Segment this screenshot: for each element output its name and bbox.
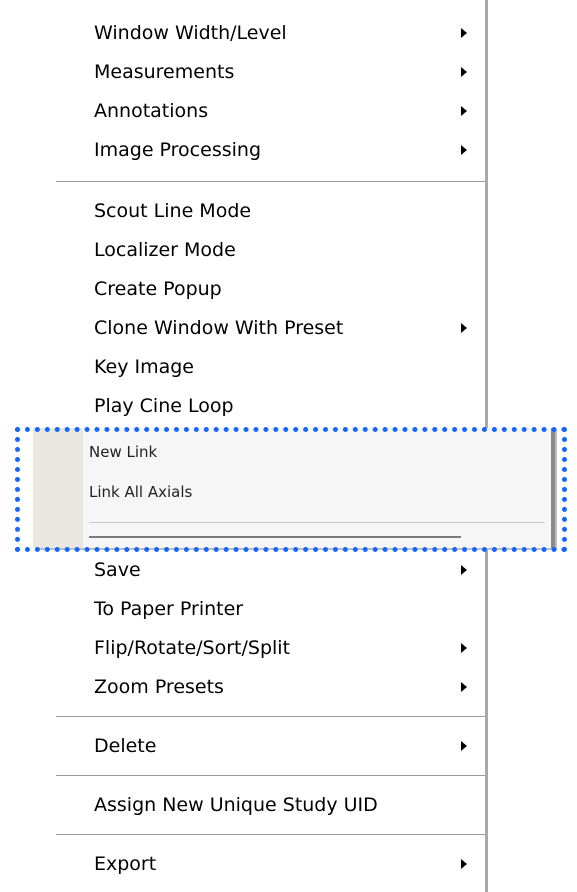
submenu-arrow-icon [461,145,467,155]
menu-item-label: Play Cine Loop [94,395,234,417]
menu-item-label: To Paper Printer [94,598,244,620]
menu-item-window-width-level[interactable]: Window Width/Level [94,15,485,51]
menu-item-key-image[interactable]: Key Image [94,349,485,385]
menu-item-save[interactable]: Save [94,552,485,588]
submenu-arrow-icon [461,565,467,575]
menu-item-scout-line-mode[interactable]: Scout Line Mode [94,193,485,229]
menu-item-image-processing[interactable]: Image Processing [94,132,485,168]
menu-item-label: Annotations [94,100,209,122]
menu-item-label: Key Image [94,356,194,378]
menu-item-label: Delete [94,735,157,757]
menu-item-label: Flip/Rotate/Sort/Split [94,637,291,659]
menu-item-label: Save [94,559,141,581]
submenu-arrow-icon [461,28,467,38]
menu-separator [56,716,485,718]
menu-item-create-popup[interactable]: Create Popup [94,271,485,307]
menu-separator [56,775,485,777]
submenu-arrow-icon [461,741,467,751]
submenu-arrow-icon [461,859,467,869]
menu-item-label: Localizer Mode [94,239,236,261]
menu-separator [89,536,461,538]
menu-item-label: Export [94,853,157,875]
submenu-arrow-icon [461,682,467,692]
menu-item-export[interactable]: Export [94,846,485,882]
menu-item-label: Assign New Unique Study UID [94,794,378,816]
submenu-arrow-icon [461,643,467,653]
menu-item-delete[interactable]: Delete [94,728,485,764]
menu-separator [89,522,545,523]
menu-item-link-all-axials[interactable]: Link All Axials [89,475,192,509]
menu-item-label: Zoom Presets [94,676,224,698]
menu-icon-gutter [33,428,83,548]
menu-item-annotations[interactable]: Annotations [94,93,485,129]
menu-item-flip-rotate-sort-split[interactable]: Flip/Rotate/Sort/Split [94,630,485,666]
menu-separator [56,181,485,183]
menu-separator [56,834,485,836]
menu-item-to-paper-printer[interactable]: To Paper Printer [94,591,485,627]
menu-item-label: New Link [89,443,158,461]
menu-item-measurements[interactable]: Measurements [94,54,485,90]
menu-item-label: Create Popup [94,278,222,300]
submenu-arrow-icon [461,67,467,77]
menu-item-new-link[interactable]: New Link [89,435,157,469]
menu-item-label: Link All Axials [89,483,193,501]
menu-item-play-cine-loop[interactable]: Play Cine Loop [94,388,485,424]
submenu-arrow-icon [461,106,467,116]
menu-item-localizer-mode[interactable]: Localizer Mode [94,232,485,268]
menu-item-assign-new-unique-study-uid[interactable]: Assign New Unique Study UID [94,787,485,823]
menu-item-zoom-presets[interactable]: Zoom Presets [94,669,485,705]
menu-item-label: Window Width/Level [94,22,287,44]
link-submenu: New Link Link All Axials [33,428,555,548]
menu-item-label: Clone Window With Preset [94,317,344,339]
menu-item-label: Image Processing [94,139,262,161]
menu-item-label: Measurements [94,61,235,83]
menu-item-clone-window-with-preset[interactable]: Clone Window With Preset [94,310,485,346]
menu-item-label: Scout Line Mode [94,200,252,222]
submenu-arrow-icon [461,323,467,333]
